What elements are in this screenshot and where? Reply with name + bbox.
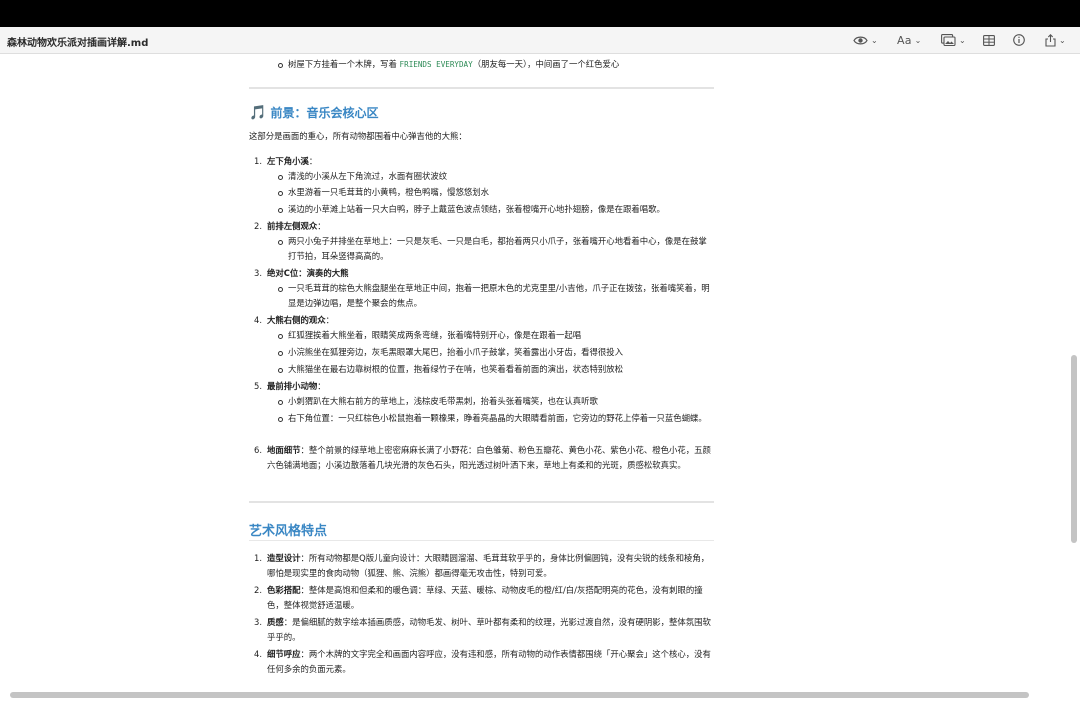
- heading-underline: [249, 540, 714, 541]
- image-gallery-icon: [941, 34, 956, 46]
- list-bullet: [278, 334, 283, 339]
- chevron-down-icon: ⌄: [1059, 35, 1066, 45]
- chevron-down-icon: ⌄: [959, 35, 966, 45]
- vertical-scrollbar[interactable]: [1071, 355, 1077, 543]
- bold-text: 最前排小动物: [267, 381, 318, 391]
- list-item: 水里游着一只毛茸茸的小黄鸭，橙色鸭嘴，慢悠悠划水: [288, 187, 489, 197]
- list-item-title: 左下角小溪：: [267, 154, 317, 169]
- font-size-menu-button[interactable]: Aa ⌄: [897, 31, 921, 49]
- font-size-label: Aa: [897, 33, 912, 47]
- inline-code: FRIENDS EVERYDAY: [399, 60, 473, 69]
- list-item-text: ：是偏细腻的数字绘本插画质感，动物毛发、树叶、草叶都有柔和的纹理，光影过渡自然，…: [267, 617, 711, 642]
- share-icon: [1045, 33, 1056, 47]
- chevron-down-icon: ⌄: [914, 35, 922, 45]
- insert-media-menu-button[interactable]: ⌄: [941, 31, 966, 49]
- bold-text: 前排左侧观众: [267, 221, 318, 231]
- list-item: 细节呼应：两个木牌的文字完全和画面内容呼应，没有违和感，所有动物的动作表情都围绕…: [267, 647, 714, 677]
- bold-text: 大熊右侧的观众: [267, 315, 326, 325]
- list-item-text: ：: [317, 221, 326, 231]
- list-item: 小刺猬趴在大熊右前方的草地上，浅棕皮毛带黑刺，抬着头张着嘴笑，也在认真听歌: [288, 396, 598, 406]
- list-number: 6.: [254, 445, 262, 455]
- list-item: 清浅的小溪从左下角流过，水面有圈状波纹: [288, 171, 448, 181]
- list-item-text: ：两个木牌的文字完全和画面内容呼应，没有违和感，所有动物的动作表情都围绕「开心聚…: [267, 649, 711, 674]
- list-item: 小浣熊坐在狐狸旁边，灰毛黑眼罩大尾巴，抬着小爪子鼓掌，笑着露出小牙齿，看得很投入: [288, 347, 623, 357]
- list-bullet: [278, 63, 283, 68]
- section-heading-foreground: 🎵 前景：音乐会核心区: [249, 104, 378, 121]
- list-item: 地面细节：整个前景的绿草地上密密麻麻长满了小野花：白色雏菊、粉色五瓣花、黄色小花…: [267, 443, 714, 473]
- list-item-text: ：: [308, 156, 318, 166]
- list-bullet: [278, 191, 283, 196]
- eye-icon: [853, 36, 868, 44]
- horizontal-rule: [249, 87, 714, 89]
- section-heading-art-style: 艺术风格特点: [249, 524, 328, 539]
- paragraph: 这部分是画面的重心，所有动物都围着中心弹吉他的大熊：: [249, 131, 467, 141]
- bold-text: 细节呼应: [267, 649, 301, 659]
- list-item-title: 前排左侧观众：: [267, 219, 326, 234]
- list-item: 右下角位置：一只红棕色小松鼠抱着一颗橡果，睁着亮晶晶的大眼睛看前面，它旁边的野花…: [288, 413, 707, 423]
- menu-bar: [0, 0, 1080, 27]
- list-number: 4.: [254, 315, 262, 325]
- list-item-text: ：整个前景的绿草地上密密麻麻长满了小野花：白色雏菊、粉色五瓣花、黄色小花、紫色小…: [267, 445, 711, 470]
- list-item: 两只小兔子并排坐在草地上：一只是灰毛、一只是白毛，都抬着两只小爪子，张着嘴开心地…: [288, 236, 707, 261]
- list-bullet: [278, 351, 283, 356]
- list-item: 树屋下方挂着一个木牌，写着 FRIENDS EVERYDAY（朋友每一天），中间…: [288, 57, 619, 72]
- list-bullet: [278, 240, 283, 245]
- list-item-text: 树屋下方挂着一个木牌，写着: [288, 59, 400, 69]
- list-number: 2.: [254, 585, 262, 595]
- horizontal-scrollbar[interactable]: [10, 692, 1029, 698]
- list-item: 一只毛茸茸的棕色大熊盘腿坐在草地正中间，抱着一把原木色的尤克里里/小吉他，爪子正…: [288, 283, 710, 308]
- chevron-down-icon: ⌄: [871, 35, 878, 45]
- table-icon: [983, 34, 995, 46]
- list-number: 1.: [254, 156, 262, 166]
- list-item-text: ：整体是高饱和但柔和的暖色调：草绿、天蓝、暖棕、动物皮毛的橙/红/白/灰搭配明亮…: [267, 585, 703, 610]
- table-button[interactable]: [983, 31, 995, 49]
- list-bullet: [278, 400, 283, 405]
- info-icon: [1013, 34, 1025, 46]
- list-bullet: [278, 417, 283, 422]
- list-item-title: 绝对C位：演奏的大熊: [267, 266, 349, 281]
- list-number: 3.: [254, 268, 262, 278]
- bold-text: 左下角小溪: [267, 156, 309, 166]
- bold-text: 色彩搭配: [267, 585, 301, 595]
- list-item: 色彩搭配：整体是高饱和但柔和的暖色调：草绿、天蓝、暖棕、动物皮毛的橙/红/白/灰…: [267, 583, 714, 613]
- list-bullet: [278, 175, 283, 180]
- bold-text: 绝对C位：演奏的大熊: [267, 268, 349, 278]
- window-toolbar: 森林动物欢乐派对插画详解.md ⌄ Aa ⌄ ⌄ ⌄: [0, 27, 1080, 54]
- list-bullet: [278, 208, 283, 213]
- horizontal-rule: [249, 501, 714, 503]
- list-item: 大熊猫坐在最右边靠树根的位置，抱着绿竹子在啃，也笑着看着前面的演出，状态特别放松: [288, 364, 623, 374]
- list-item-text: ：: [317, 381, 326, 391]
- list-item: 红狐狸挨着大熊坐着，眼睛笑成两条弯缝，张着嘴特别开心，像是在跟着一起唱: [288, 330, 582, 340]
- list-item-text: ：所有动物都是Q版儿童向设计：大眼睛圆溜溜、毛茸茸软乎乎的，身体比例偏圆钝，没有…: [267, 553, 710, 578]
- list-number: 5.: [254, 381, 262, 391]
- visibility-menu-button[interactable]: ⌄: [853, 31, 878, 49]
- heading-text: 前景：音乐会核心区: [270, 106, 379, 120]
- list-item-title: 最前排小动物：: [267, 379, 326, 394]
- list-item: 造型设计：所有动物都是Q版儿童向设计：大眼睛圆溜溜、毛茸茸软乎乎的，身体比例偏圆…: [267, 551, 714, 581]
- list-item: 溪边的小草滩上站着一只大白鸭，脖子上戴蓝色波点领结，张着橙嘴开心地扑翅膀，像是在…: [288, 204, 665, 214]
- bold-text: 地面细节: [267, 445, 301, 455]
- markdown-preview[interactable]: 树屋下方挂着一个木牌，写着 FRIENDS EVERYDAY（朋友每一天），中间…: [0, 54, 1080, 701]
- list-number: 3.: [254, 617, 262, 627]
- music-note-icon: 🎵: [249, 105, 267, 121]
- list-number: 2.: [254, 221, 262, 231]
- list-number: 4.: [254, 649, 262, 659]
- list-item: 质感：是偏细腻的数字绘本插画质感，动物毛发、树叶、草叶都有柔和的纹理，光影过渡自…: [267, 615, 714, 645]
- list-item-title: 大熊右侧的观众：: [267, 313, 334, 328]
- document-title: 森林动物欢乐派对插画详解.md: [7, 38, 149, 49]
- share-menu-button[interactable]: ⌄: [1045, 31, 1066, 49]
- bold-text: 造型设计: [267, 553, 301, 563]
- bold-text: 质感: [267, 617, 284, 627]
- list-bullet: [278, 287, 283, 292]
- list-item-text: （朋友每一天），中间画了一个红色爱心: [472, 59, 620, 69]
- info-button[interactable]: [1013, 31, 1025, 49]
- list-item-text: ：: [325, 315, 334, 325]
- list-number: 1.: [254, 553, 262, 563]
- list-bullet: [278, 368, 283, 373]
